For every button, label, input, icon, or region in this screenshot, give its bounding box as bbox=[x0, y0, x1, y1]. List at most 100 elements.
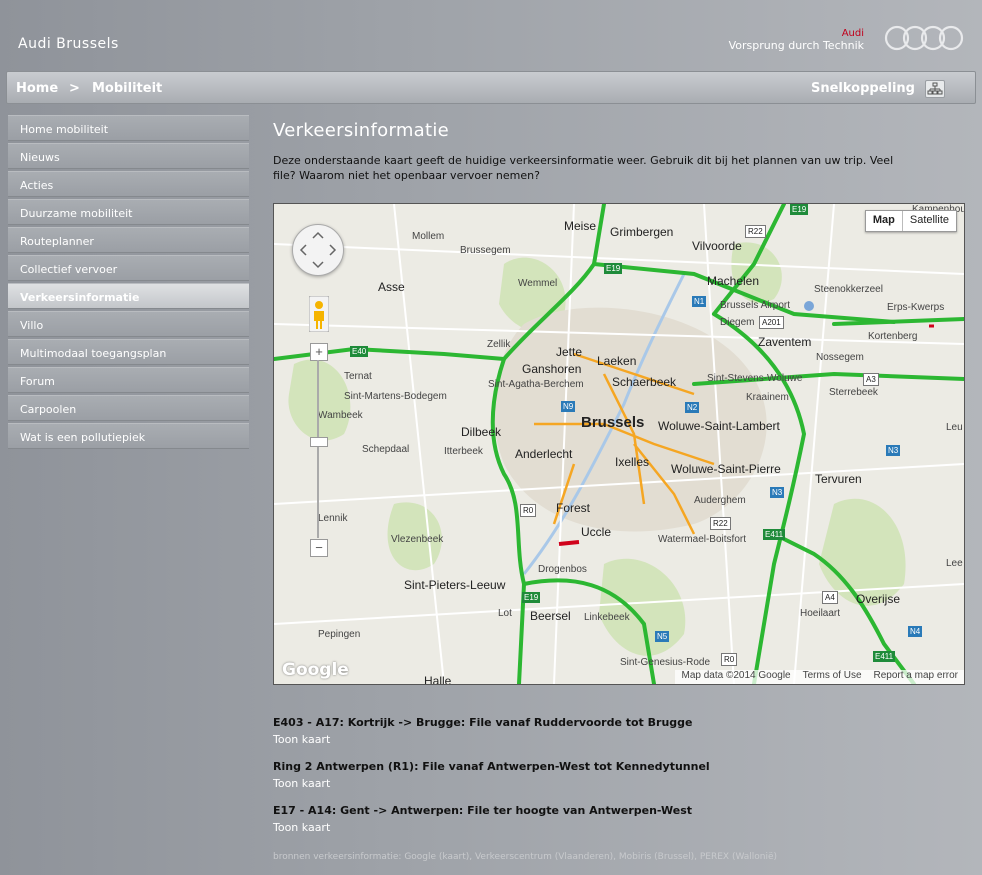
map-label-wemmel: Wemmel bbox=[518, 278, 558, 289]
map-label-airport: Brussels Airport bbox=[720, 300, 791, 311]
road-shield-n1: N1 bbox=[692, 296, 707, 307]
map-label-brussels: Brussels bbox=[581, 414, 645, 431]
road-shield-e19c: E19 bbox=[522, 592, 541, 603]
road-shield-e19b: E19 bbox=[604, 263, 623, 274]
sidebar-item-villo[interactable]: Villo bbox=[8, 311, 249, 337]
road-shield-r22a: R22 bbox=[745, 225, 766, 238]
brand-name: Audi bbox=[841, 28, 864, 39]
map-type-control: Map Satellite bbox=[864, 210, 957, 232]
road-shield-n4: N4 bbox=[908, 626, 923, 637]
intro-text: Deze onderstaande kaart geeft de huidige… bbox=[273, 154, 894, 182]
map-label-leu: Leu bbox=[946, 422, 963, 433]
zoom-slider-track[interactable] bbox=[317, 360, 319, 538]
map-label-martens: Sint-Martens-Bodegem bbox=[344, 391, 447, 402]
road-shield-n2: N2 bbox=[685, 402, 700, 413]
map-label-anderlecht: Anderlecht bbox=[515, 447, 573, 461]
traffic-report: Ring 2 Antwerpen (R1): File vanaf Antwer… bbox=[273, 760, 963, 790]
sidebar-item-verkeersinformatie[interactable]: Verkeersinformatie bbox=[8, 283, 249, 309]
show-map-link[interactable]: Toon kaart bbox=[273, 777, 963, 790]
traffic-map[interactable]: Vilvoorde Grimbergen Meise Mollem Brusse… bbox=[273, 203, 965, 685]
street-view-pegman-icon[interactable] bbox=[308, 295, 330, 333]
road-shield-n3: N3 bbox=[770, 487, 785, 498]
traffic-sources-note: bronnen verkeersinformatie: Google (kaar… bbox=[273, 852, 778, 862]
pan-control[interactable] bbox=[292, 224, 344, 276]
site-title[interactable]: Audi Brussels bbox=[18, 36, 119, 52]
report-map-error-link[interactable]: Report a map error bbox=[874, 670, 958, 684]
map-label-lee: Lee bbox=[946, 558, 963, 569]
map-label-sterrebeek: Sterrebeek bbox=[829, 387, 878, 398]
map-label-ixelles: Ixelles bbox=[615, 455, 650, 469]
sidebar-item-nieuws[interactable]: Nieuws bbox=[8, 143, 249, 169]
audi-brand[interactable]: Audi Vorsprung durch Technik bbox=[724, 22, 964, 56]
map-label-lot: Lot bbox=[498, 608, 512, 619]
breadcrumb-separator: > bbox=[69, 81, 80, 96]
road-shield-r0a: R0 bbox=[520, 504, 537, 517]
map-label-tervuren: Tervuren bbox=[815, 472, 862, 486]
traffic-report: E403 - A17: Kortrijk -> Brugge: File van… bbox=[273, 716, 963, 746]
map-label-meise: Meise bbox=[564, 219, 597, 233]
map-label-laeken: Laeken bbox=[597, 354, 637, 368]
map-label-genesius: Sint-Genesius-Rode bbox=[620, 657, 711, 668]
road-shield-r0b: R0 bbox=[721, 653, 738, 666]
map-label-vilvoorde: Vilvoorde bbox=[692, 239, 742, 253]
map-label-diegem: Diegem bbox=[720, 317, 755, 328]
map-label-beersel: Beersel bbox=[530, 609, 571, 623]
show-map-link[interactable]: Toon kaart bbox=[273, 821, 963, 834]
map-type-satellite-button[interactable]: Satellite bbox=[903, 211, 956, 231]
map-label-kraainem: Kraainem bbox=[746, 392, 789, 403]
map-label-woluwe-pierre: Woluwe-Saint-Pierre bbox=[671, 462, 781, 476]
shortcut-button[interactable]: Snelkoppeling bbox=[811, 81, 915, 96]
road-shield-n3b: N3 bbox=[886, 445, 901, 456]
sidebar-item-carpoolen[interactable]: Carpoolen bbox=[8, 395, 249, 421]
road-shield-a3: A3 bbox=[863, 373, 879, 386]
road-shield-r22b: R22 bbox=[710, 517, 731, 530]
map-label-steenokkerzeel: Steenokkerzeel bbox=[814, 284, 883, 295]
map-label-lennik: Lennik bbox=[318, 513, 348, 524]
map-label-mollem: Mollem bbox=[412, 231, 445, 242]
road-shield-e40: E40 bbox=[350, 346, 369, 357]
map-label-agatha: Sint-Agatha-Berchem bbox=[488, 379, 584, 390]
sidebar-item-pollutiepiek[interactable]: Wat is een pollutiepiek bbox=[8, 423, 249, 449]
road-shield-a201: A201 bbox=[759, 316, 784, 329]
sidebar-item-duurzame-mobiliteit[interactable]: Duurzame mobiliteit bbox=[8, 199, 249, 225]
sidebar-item-acties[interactable]: Acties bbox=[8, 171, 249, 197]
sidebar-item-forum[interactable]: Forum bbox=[8, 367, 249, 393]
traffic-reports: E403 - A17: Kortrijk -> Brugge: File van… bbox=[273, 716, 963, 848]
sitemap-icon[interactable] bbox=[925, 80, 945, 98]
road-shield-n5: N5 bbox=[655, 631, 670, 642]
map-label-kortenberg: Kortenberg bbox=[868, 331, 918, 342]
google-logo[interactable]: Google bbox=[282, 660, 349, 680]
map-label-schepdaal: Schepdaal bbox=[362, 444, 410, 455]
sidebar-item-collectief-vervoer[interactable]: Collectief vervoer bbox=[8, 255, 249, 281]
zoom-in-button[interactable]: + bbox=[310, 343, 328, 361]
map-label-asse: Asse bbox=[378, 280, 405, 294]
road-shield-e19a: E19 bbox=[790, 204, 809, 215]
road-shield-a4: A4 bbox=[822, 591, 838, 604]
breadcrumb-current[interactable]: Mobiliteit bbox=[92, 81, 162, 96]
map-label-ganshoren: Ganshoren bbox=[522, 362, 582, 376]
road-shield-e411b: E411 bbox=[873, 651, 896, 662]
traffic-report: E17 - A14: Gent -> Antwerpen: File ter h… bbox=[273, 804, 963, 834]
pan-arrows-icon bbox=[299, 231, 337, 269]
sidebar-item-multimodaal-toegangsplan[interactable]: Multimodaal toegangsplan bbox=[8, 339, 249, 365]
breadcrumb-home[interactable]: Home bbox=[16, 81, 58, 96]
brand-tagline: Vorsprung durch Technik bbox=[728, 39, 864, 52]
map-label-ternat: Ternat bbox=[344, 371, 372, 382]
sidebar-item-routeplanner[interactable]: Routeplanner bbox=[8, 227, 249, 253]
map-type-map-button[interactable]: Map bbox=[866, 211, 903, 231]
map-label-drogenbos: Drogenbos bbox=[538, 564, 587, 575]
terms-of-use-link[interactable]: Terms of Use bbox=[803, 670, 862, 684]
report-title: E403 - A17: Kortrijk -> Brugge: File van… bbox=[273, 716, 693, 729]
breadcrumb: Home > Mobiliteit Snelkoppeling bbox=[6, 71, 976, 104]
report-title: Ring 2 Antwerpen (R1): File vanaf Antwer… bbox=[273, 760, 710, 773]
map-footer: Map data ©2014 Google Terms of Use Repor… bbox=[675, 670, 964, 684]
map-label-zaventem: Zaventem bbox=[758, 335, 812, 349]
show-map-link[interactable]: Toon kaart bbox=[273, 733, 963, 746]
zoom-slider-handle[interactable] bbox=[310, 437, 328, 447]
map-label-pieters: Sint-Pieters-Leeuw bbox=[404, 578, 506, 592]
map-label-linkebeek: Linkebeek bbox=[584, 612, 630, 623]
zoom-out-button[interactable]: − bbox=[310, 539, 328, 557]
map-label-overijse: Overijse bbox=[856, 592, 901, 606]
sidebar-nav: Home mobiliteit Nieuws Acties Duurzame m… bbox=[8, 115, 249, 451]
sidebar-item-home-mobiliteit[interactable]: Home mobiliteit bbox=[8, 115, 249, 141]
